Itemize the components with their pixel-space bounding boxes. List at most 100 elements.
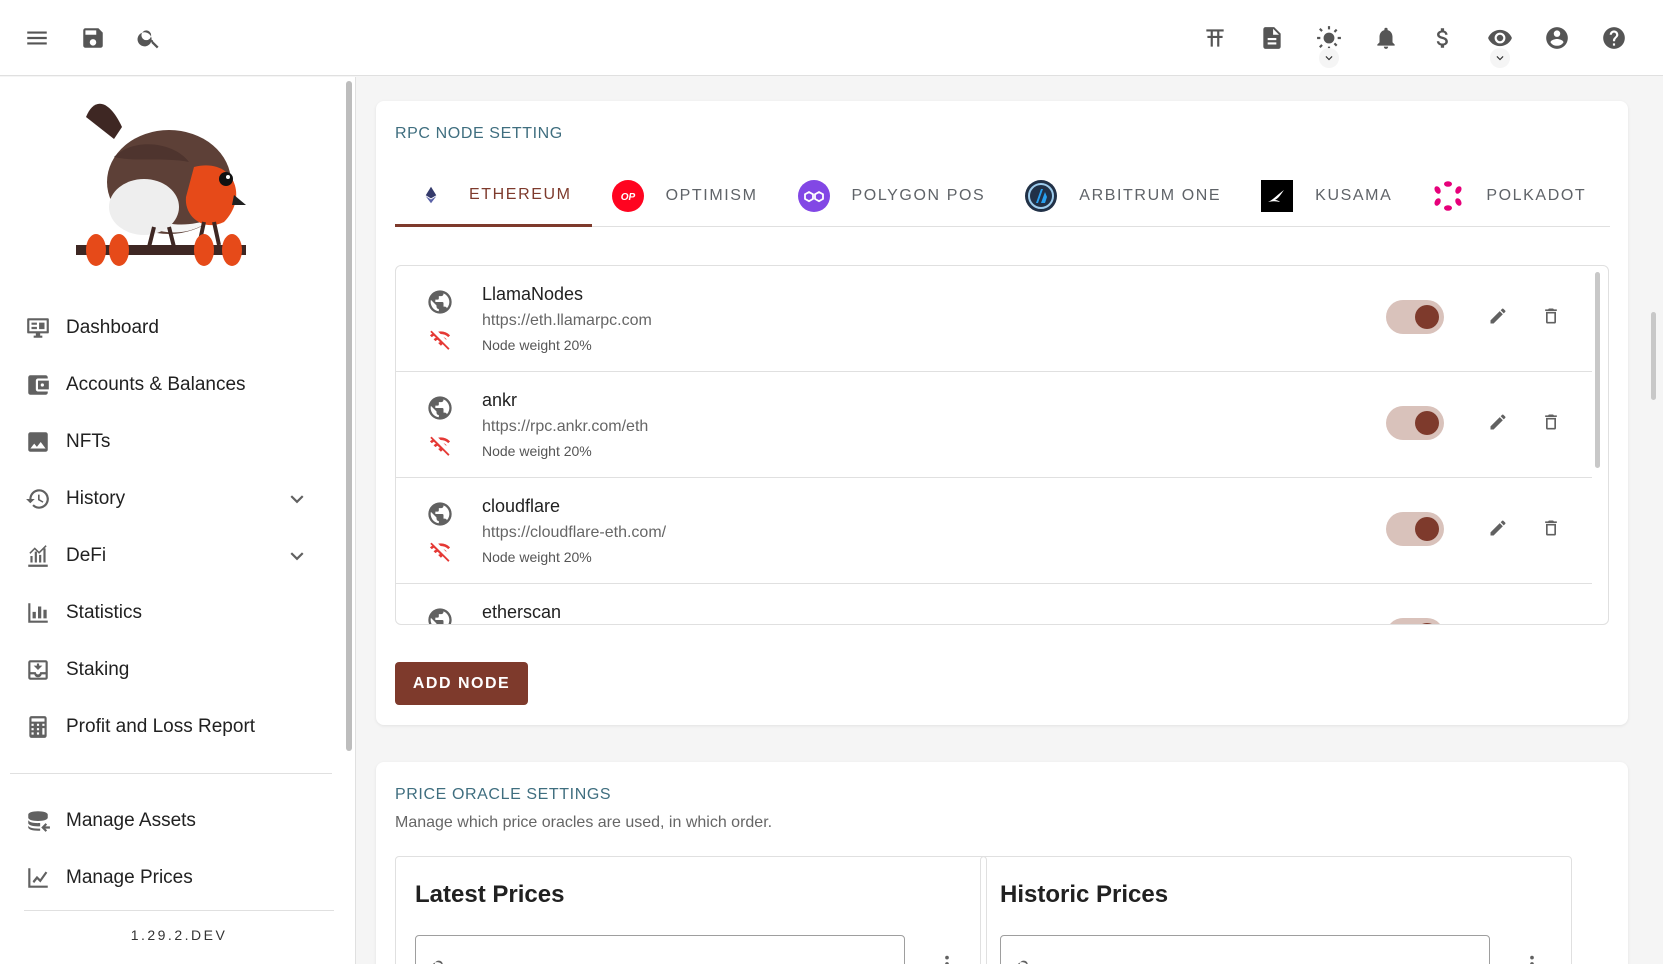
sidebar-item-pnl-report[interactable]: Profit and Loss Report	[10, 698, 332, 755]
chevron-down-icon[interactable]	[1319, 47, 1339, 68]
historic-prices-panel: Historic Prices	[980, 856, 1572, 964]
tab-ethereum[interactable]: ETHEREUM	[395, 165, 592, 227]
sidebar-item-label: Dashboard	[66, 316, 159, 338]
menu-icon[interactable]	[21, 22, 53, 54]
chevron-down-icon[interactable]	[1490, 47, 1510, 68]
sidebar-scrollbar[interactable]	[346, 81, 352, 751]
globe-icon	[426, 288, 454, 316]
globe-icon	[426, 500, 454, 528]
tab-arbitrum-one[interactable]: ARBITRUM ONE	[1005, 165, 1241, 227]
sidebar-item-dashboard[interactable]: Dashboard	[10, 299, 332, 356]
wifi-off-icon	[429, 434, 451, 456]
notes-icon[interactable]	[1256, 22, 1288, 54]
polygon-icon	[797, 180, 830, 212]
node-enabled-toggle[interactable]	[1386, 618, 1444, 624]
sidebar-item-nfts[interactable]: NFTs	[10, 413, 332, 470]
sidebar-item-label: Accounts & Balances	[66, 373, 246, 395]
chain-tabs: ETHEREUM OP OPTIMISM POLYGON POS ARBITRU…	[395, 165, 1610, 227]
edit-icon[interactable]	[1488, 412, 1510, 434]
ethereum-icon	[415, 179, 447, 211]
tab-kusama[interactable]: KUSAMA	[1241, 165, 1412, 227]
help-icon[interactable]	[1598, 22, 1630, 54]
search-icon	[1018, 960, 1028, 964]
sidebar-item-label: DeFi	[66, 544, 107, 566]
main-scrollbar[interactable]	[1651, 312, 1656, 400]
rpc-node-card: RPC NODE SETTING ETHEREUM OP OPTIMISM PO…	[376, 101, 1628, 725]
node-enabled-toggle[interactable]	[1386, 300, 1444, 334]
sidebar-item-label: Manage Prices	[66, 866, 193, 888]
list-item: etherscan	[396, 584, 1592, 624]
staking-icon	[24, 656, 52, 684]
node-weight: Node weight 20%	[482, 443, 592, 459]
oracle-search-input[interactable]	[415, 935, 905, 964]
sidebar-item-label: Staking	[66, 658, 130, 680]
robin-logo	[76, 103, 246, 266]
sidebar-item-history[interactable]: History	[10, 470, 332, 527]
node-list-scrollbar[interactable]	[1595, 272, 1600, 468]
list-item: cloudflare https://cloudflare-eth.com/ N…	[396, 478, 1592, 584]
sidebar-item-staking[interactable]: Staking	[10, 641, 332, 698]
chevron-down-icon[interactable]	[284, 543, 310, 569]
sidebar-item-manage-assets[interactable]: Manage Assets	[10, 792, 332, 849]
kusama-icon	[1261, 180, 1294, 212]
section-title: PRICE ORACLE SETTINGS	[395, 786, 612, 803]
add-node-button[interactable]: ADD NODE	[395, 662, 528, 705]
sidebar-item-manage-prices[interactable]: Manage Prices	[10, 849, 332, 906]
node-status-icon[interactable]	[1199, 22, 1231, 54]
toggle-knob	[1415, 623, 1439, 624]
assets-icon	[24, 807, 52, 835]
more-options-icon[interactable]	[1521, 953, 1543, 964]
delete-icon[interactable]	[1541, 412, 1563, 434]
sidebar-divider	[10, 773, 332, 774]
sidebar-item-label: Manage Assets	[66, 809, 196, 831]
tab-optimism[interactable]: OP OPTIMISM	[592, 165, 778, 227]
tab-label: POLKADOT	[1486, 187, 1587, 204]
wifi-off-icon	[429, 540, 451, 562]
wifi-off-icon	[429, 328, 451, 350]
delete-icon[interactable]	[1541, 518, 1563, 540]
toggle-knob	[1415, 305, 1439, 329]
sidebar-item-defi[interactable]: DeFi	[10, 527, 332, 584]
notifications-icon[interactable]	[1370, 22, 1402, 54]
section-title: RPC NODE SETTING	[395, 125, 563, 142]
panel-title: Historic Prices	[1000, 881, 1169, 908]
node-enabled-toggle[interactable]	[1386, 512, 1444, 546]
list-item: ankr https://rpc.ankr.com/eth Node weigh…	[396, 372, 1592, 478]
node-url: https://eth.llamarpc.com	[482, 312, 652, 329]
chevron-down-icon[interactable]	[284, 486, 310, 512]
wallet-icon	[24, 371, 52, 399]
node-name: cloudflare	[482, 496, 561, 516]
tab-polygon-pos[interactable]: POLYGON POS	[778, 165, 1006, 227]
latest-prices-panel: Latest Prices	[395, 856, 987, 964]
privacy-icon[interactable]	[1484, 22, 1516, 68]
save-icon[interactable]	[77, 22, 109, 54]
sidebar-item-accounts[interactable]: Accounts & Balances	[10, 356, 332, 413]
tab-label: OPTIMISM	[665, 187, 758, 204]
currency-icon[interactable]	[1427, 22, 1459, 54]
edit-icon[interactable]	[1488, 518, 1510, 540]
edit-icon[interactable]	[1488, 306, 1510, 328]
search-icon	[433, 960, 443, 964]
account-icon[interactable]	[1541, 22, 1573, 54]
sidebar-item-label: History	[66, 487, 126, 509]
sidebar-item-statistics[interactable]: Statistics	[10, 584, 332, 641]
node-enabled-toggle[interactable]	[1386, 406, 1444, 440]
node-name: LlamaNodes	[482, 284, 584, 304]
arbitrum-icon	[1025, 180, 1058, 212]
globe-icon	[426, 394, 454, 422]
sidebar: Dashboard Accounts & Balances NFTs Histo…	[0, 77, 356, 964]
node-url: https://rpc.ankr.com/eth	[482, 418, 649, 435]
globe-icon	[426, 606, 454, 624]
more-options-icon[interactable]	[936, 953, 958, 964]
node-name: ankr	[482, 390, 518, 410]
theme-icon[interactable]	[1313, 22, 1345, 68]
tab-label: KUSAMA	[1315, 187, 1393, 204]
oracle-search-input[interactable]	[1000, 935, 1490, 964]
delete-icon[interactable]	[1541, 306, 1563, 328]
panel-title: Latest Prices	[415, 881, 565, 908]
polkadot-icon	[1432, 180, 1464, 212]
tab-polkadot[interactable]: POLKADOT	[1412, 165, 1606, 227]
search-icon[interactable]	[133, 22, 165, 54]
tab-label: POLYGON POS	[851, 187, 986, 204]
list-item: LlamaNodes https://eth.llamarpc.com Node…	[396, 266, 1592, 372]
